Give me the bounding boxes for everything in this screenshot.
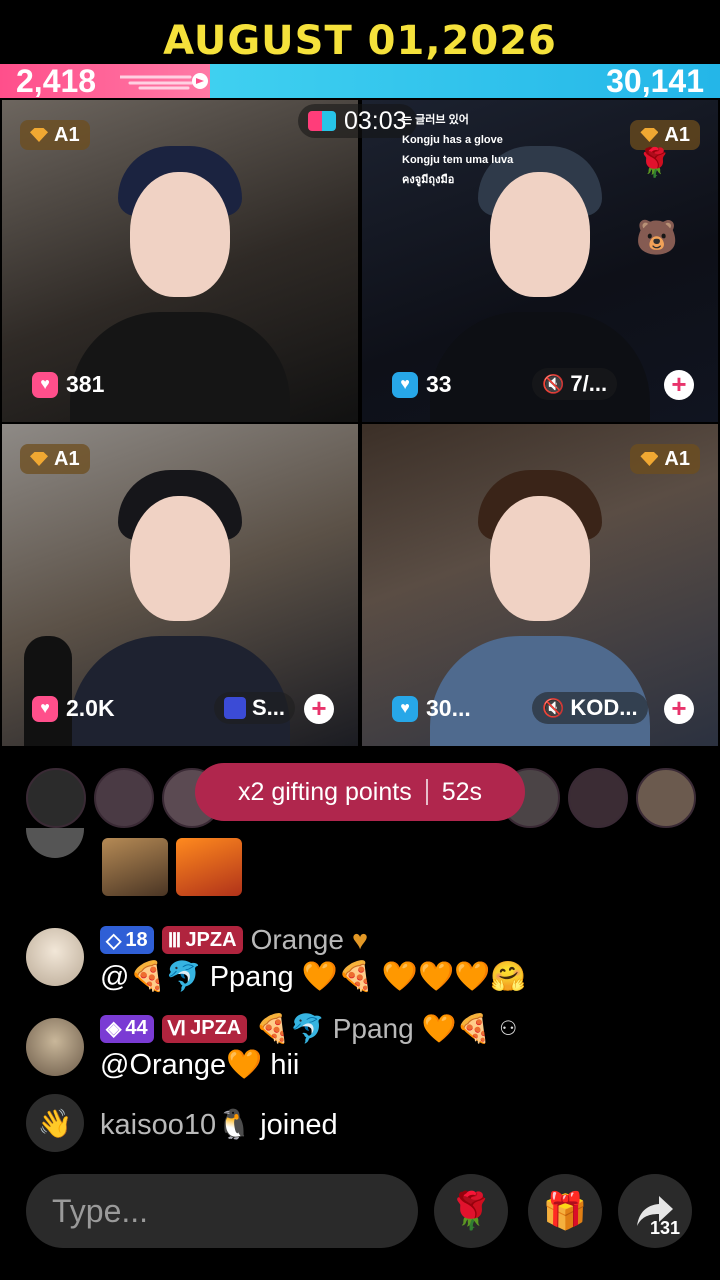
guest-label[interactable]: S... xyxy=(214,692,296,724)
mascot-sticker-icon: 🐻 xyxy=(635,219,678,257)
chat-message[interactable]: ◈ 44 Ⅵ JPZA 🍕🐬 Ppang 🧡🍕 ⚇ @Orange🧡 hii xyxy=(26,1012,706,1082)
chat-avatar[interactable] xyxy=(26,1018,84,1076)
chat-avatar[interactable] xyxy=(26,828,84,858)
gift-counter: ♥ 33 xyxy=(392,371,452,398)
battle-timer: 03:03 xyxy=(298,104,417,138)
rank-badge: A1 xyxy=(630,444,700,474)
gift-counter: ♥ 381 xyxy=(32,371,104,398)
blue-gift-icon: ♥ xyxy=(392,371,418,398)
date-banner: AUGUST 01,2026 xyxy=(163,18,557,64)
chat-username[interactable]: Orange xyxy=(251,924,344,956)
muted-speaker-icon: 🔇 xyxy=(542,373,565,394)
pink-gift-icon: ♥ xyxy=(32,695,58,722)
chat-avatar[interactable] xyxy=(26,928,84,986)
level-badge: ◈ 44 xyxy=(100,1014,154,1043)
join-text: kaisoo10🐧 joined xyxy=(100,1108,338,1142)
mvp-sticker-icon xyxy=(102,838,168,896)
battle-vs-icon xyxy=(308,111,336,131)
level-badge: ◇ 18 xyxy=(100,926,154,954)
diamond-icon xyxy=(640,128,659,142)
diamond-icon xyxy=(30,128,48,142)
rose-icon: 🌹 xyxy=(448,1190,494,1231)
gifting-points-banner[interactable]: x2 gifting points 52s xyxy=(195,763,525,821)
gift-counter: ♥ 2.0K xyxy=(32,695,115,722)
chat-input[interactable]: Type... xyxy=(26,1174,418,1248)
viewer-avatar[interactable] xyxy=(568,768,628,828)
gift-counter: ♥ 30... xyxy=(392,695,471,722)
fan-club-badge: Ⅲ JPZA xyxy=(161,926,243,954)
right-score: 30,141 xyxy=(606,63,704,99)
muted-speaker-icon: 🔇 xyxy=(542,697,565,718)
divider xyxy=(425,779,428,805)
rose-sticker-icon: 🌹 xyxy=(637,147,672,178)
rose-gift-button[interactable]: 🌹 xyxy=(434,1174,508,1248)
video-tile-3[interactable]: A1 ♥ 2.0K S... + xyxy=(2,424,358,746)
video-grid: A1 ♥ 381 A1 🌹 🐻 ♥ 33 🔇 7/... + A1 ♥ 2.0K… xyxy=(0,98,720,748)
viewer-avatar[interactable] xyxy=(26,768,86,828)
chat-header: ◇ 18 Ⅲ JPZA Orange ♥ xyxy=(100,924,368,956)
follow-plus-button[interactable]: + xyxy=(664,694,694,724)
fan-club-badge: Ⅵ JPZA xyxy=(161,1014,248,1043)
guest-label[interactable]: 🔇 KOD... xyxy=(532,692,648,724)
join-username[interactable]: kaisoo10🐧 xyxy=(100,1108,252,1142)
follow-plus-button[interactable]: + xyxy=(304,694,334,724)
galaxy-avatar-icon xyxy=(224,697,246,719)
microphone xyxy=(24,636,72,746)
video-tile-4[interactable]: A1 ♥ 30... 🔇 KOD... + xyxy=(362,424,718,746)
rank-badge: A1 xyxy=(20,120,90,150)
gift-button[interactable]: 🎁 xyxy=(528,1174,602,1248)
chat-text: @🍕🐬 Ppang 🧡🍕 🧡🧡🧡🤗 xyxy=(100,961,527,993)
orange-heart-icon: ♥ xyxy=(351,924,368,955)
blue-gift-icon: ♥ xyxy=(392,695,418,722)
viewer-avatar[interactable] xyxy=(94,768,154,828)
x3-sticker-icon xyxy=(176,838,242,896)
chat-message[interactable]: ◇ 18 Ⅲ JPZA Orange ♥ @🍕🐬 Ppang 🧡🍕 🧡🧡🧡🤗 xyxy=(26,924,706,996)
live-caption: 는 글러브 있어 Kongju has a glove Kongju tem u… xyxy=(402,114,514,186)
share-count: 131 xyxy=(650,1218,681,1238)
diamond-icon xyxy=(30,452,48,466)
streak-swoosh-icon xyxy=(120,73,208,90)
rank-badge: A1 xyxy=(20,444,90,474)
waving-hand-icon: 👋 xyxy=(26,1094,84,1152)
profile-card-icon[interactable]: ⚇ xyxy=(499,1016,517,1041)
chat-text: @Orange🧡 hii xyxy=(100,1049,300,1081)
gift-icon: 🎁 xyxy=(542,1190,588,1231)
chat-input-placeholder: Type... xyxy=(52,1192,149,1229)
follow-plus-button[interactable]: + xyxy=(664,370,694,400)
pink-gift-icon: ♥ xyxy=(32,371,58,398)
left-score: 2,418 xyxy=(16,63,97,99)
chat-header: ◈ 44 Ⅵ JPZA 🍕🐬 Ppang 🧡🍕 ⚇ xyxy=(100,1012,517,1045)
guest-label[interactable]: 🔇 7/... xyxy=(532,368,618,400)
diamond-icon xyxy=(640,452,659,466)
viewer-avatar[interactable] xyxy=(636,768,696,828)
chat-username[interactable]: 🍕🐬 Ppang 🧡🍕 xyxy=(255,1012,491,1045)
join-notice: 👋 kaisoo10🐧 joined xyxy=(26,1094,706,1154)
video-tile-1[interactable]: A1 ♥ 381 xyxy=(2,100,358,422)
join-action: joined xyxy=(260,1108,338,1141)
